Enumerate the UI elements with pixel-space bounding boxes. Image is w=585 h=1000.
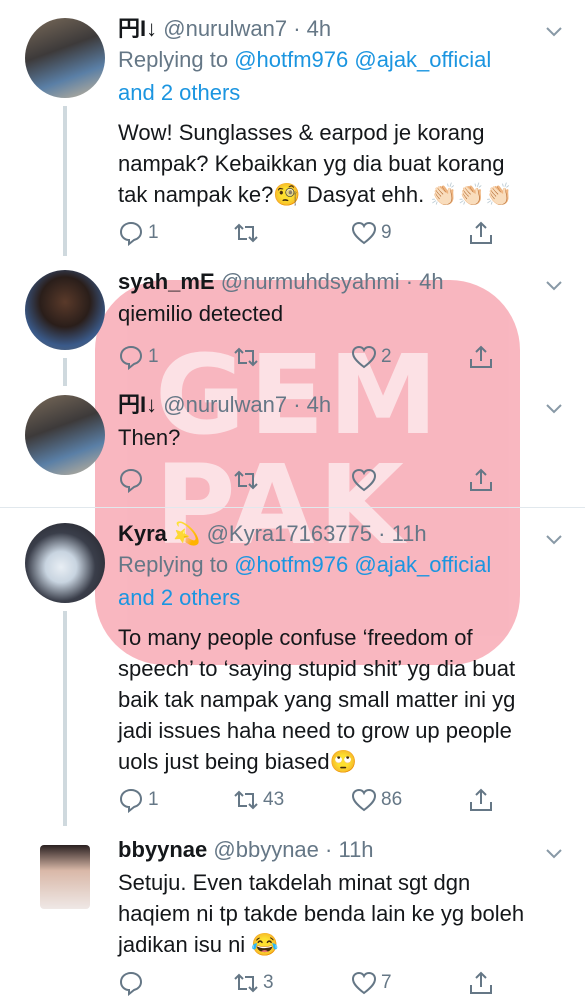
timestamp[interactable]: · 4h [406,269,444,294]
share-button[interactable] [468,467,494,493]
share-icon [470,468,492,491]
replying-to: Replying to @hotfm976 @ajak_official and… [118,552,492,610]
share-button[interactable] [468,344,494,370]
display-name[interactable]: Kyra 💫 [118,521,200,546]
share-icon [470,221,492,244]
chevron-down-icon[interactable] [545,844,563,862]
others-link[interactable]: and 2 others [118,80,240,105]
heart-icon [351,971,377,995]
mention-link[interactable]: @hotfm976 @ajak_official [234,552,491,577]
avatar[interactable] [25,270,105,350]
reply-icon [119,221,143,246]
reply-button[interactable] [118,467,148,493]
display-name[interactable]: 円I↓ [118,392,157,417]
share-icon [470,788,492,811]
chevron-down-icon[interactable] [545,530,563,548]
user-handle[interactable]: @nurulwan7 [163,392,287,417]
retweet-button[interactable]: 43 [233,787,284,813]
reply-icon [119,345,143,370]
tweet-text: Setuju. Even takdelah minat sgt dgn haqi… [118,870,525,957]
like-button[interactable]: 2 [351,344,392,370]
user-handle[interactable]: @nurmuhdsyahmi [221,269,400,294]
like-button[interactable]: 9 [351,220,392,246]
share-button[interactable] [468,220,494,246]
display-name[interactable]: syah_mE [118,269,215,294]
display-name[interactable]: bbyynae [118,837,207,862]
avatar[interactable] [40,845,90,909]
timestamp[interactable]: · 4h [293,392,331,417]
replying-to: Replying to @hotfm976 @ajak_official and… [118,47,492,105]
reply-button[interactable]: 1 [118,787,159,813]
like-button[interactable]: 86 [351,787,402,813]
user-handle[interactable]: @bbyynae [213,837,319,862]
retweet-button[interactable] [233,220,263,246]
heart-icon [351,468,377,492]
reply-button[interactable]: 1 [118,344,159,370]
share-icon [470,345,492,368]
share-button[interactable] [468,970,494,996]
retweet-icon [234,347,258,367]
heart-icon [351,788,377,812]
avatar[interactable] [25,395,105,475]
retweet-button[interactable] [233,344,263,370]
timestamp[interactable]: · 11h [378,521,427,546]
avatar[interactable] [25,18,105,98]
others-link[interactable]: and 2 others [118,585,240,610]
timestamp[interactable]: · 4h [293,16,331,41]
chevron-down-icon[interactable] [545,399,563,417]
user-handle[interactable]: @Kyra17163775 [207,521,372,546]
thread-line [63,611,67,826]
reply-icon [119,788,143,813]
user-handle[interactable]: @nurulwan7 [163,16,287,41]
retweet-icon [234,223,258,243]
display-name[interactable]: 円I↓ [118,16,157,41]
share-icon [470,971,492,994]
like-button[interactable]: 7 [351,970,392,996]
reply-icon [119,971,143,996]
tweet[interactable]: bbyynae @bbyynae · 11h Setuju. Even takd… [0,830,585,1000]
reply-button[interactable] [118,970,148,996]
tweet-text: To many people confuse ‘freedom of speec… [118,625,516,774]
mention-link[interactable]: @hotfm976 @ajak_official [234,47,491,72]
reply-button[interactable]: 1 [118,220,159,246]
retweet-icon [234,973,258,993]
retweet-icon [234,790,258,810]
timestamp[interactable]: · 11h [325,837,374,862]
thread-line [63,106,67,256]
chevron-down-icon[interactable] [545,276,563,294]
chevron-down-icon[interactable] [545,22,563,40]
tweet-text: Then? [118,425,181,450]
tweet[interactable]: Kyra 💫 @Kyra17163775 · 11h Replying to @… [0,508,585,830]
reply-icon [119,468,143,493]
tweet[interactable]: syah_mE @nurmuhdsyahmi · 4h qiemilio det… [0,262,585,387]
share-button[interactable] [468,787,494,813]
avatar[interactable] [25,523,105,603]
retweet-icon [234,470,258,490]
thread-line [63,358,67,386]
retweet-button[interactable]: 3 [233,970,274,996]
like-button[interactable] [351,467,381,493]
tweet[interactable]: 円I↓ @nurulwan7 · 4h Then? [0,387,585,507]
tweet-text: Wow! Sunglasses & earpod je korang nampa… [118,120,513,207]
heart-icon [351,345,377,369]
heart-icon [351,221,377,245]
retweet-button[interactable] [233,467,263,493]
tweet[interactable]: 円I↓ @nurulwan7 · 4h Replying to @hotfm97… [0,0,585,262]
tweet-text: qiemilio detected [118,301,284,326]
